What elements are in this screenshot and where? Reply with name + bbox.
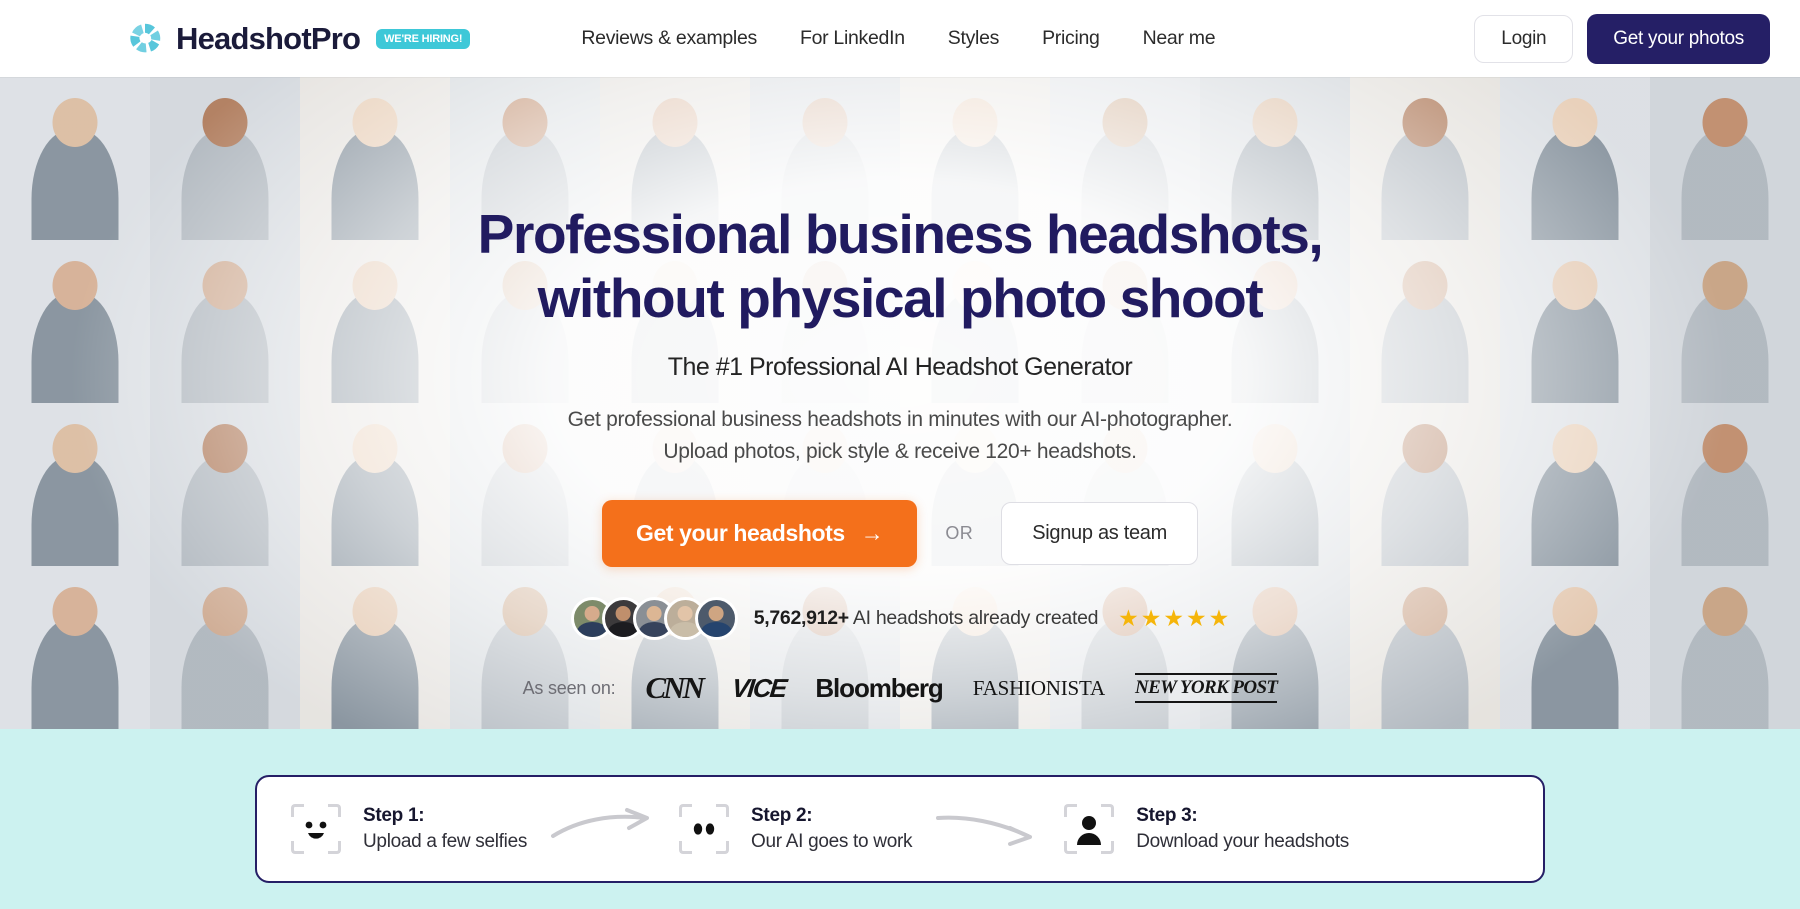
headshots-created-count: 5,762,912+ AI headshots already created <box>753 607 1099 630</box>
site-header: HeadshotPro WE'RE HIRING! Reviews & exam… <box>0 0 1800 77</box>
as-seen-on-label: As seen on: <box>522 677 616 698</box>
hero-content: Professional business headshots, without… <box>0 77 1800 729</box>
nav-styles[interactable]: Styles <box>948 27 1000 50</box>
arrow-step1-to-step2-icon <box>549 806 657 853</box>
as-seen-on-row: As seen on: CNN VICE Bloomberg FASHIONIS… <box>523 670 1278 706</box>
star-icon: ★ <box>1163 605 1185 632</box>
press-logo-bloomberg: Bloomberg <box>815 672 943 703</box>
nav-near-me[interactable]: Near me <box>1143 27 1216 50</box>
face-eyes-scan-icon <box>679 804 730 854</box>
get-your-headshots-button[interactable]: Get your headshots → <box>602 500 918 568</box>
step-1-text: Step 1: Upload a few selfies <box>363 805 527 853</box>
step-3-text: Step 3: Download your headshots <box>1136 805 1349 853</box>
rating-stars: ★ ★ ★ ★ ★ <box>1118 607 1229 630</box>
headshotpro-aperture-icon <box>126 20 164 58</box>
get-your-headshots-label: Get your headshots <box>636 520 845 547</box>
step-2-title: Step 2: <box>751 805 813 826</box>
step-1: Step 1: Upload a few selfies <box>291 804 527 854</box>
hero-cta-row: Get your headshots → OR Signup as team <box>602 500 1198 568</box>
step-3-title: Step 3: <box>1136 805 1198 826</box>
brand-name: HeadshotPro <box>176 20 361 56</box>
star-icon: ★ <box>1118 605 1139 632</box>
headshots-created-number: 5,762,912+ <box>753 607 849 630</box>
page-title: Professional business headshots, without… <box>477 203 1324 331</box>
step-1-subtitle: Upload a few selfies <box>363 831 528 852</box>
get-your-photos-button[interactable]: Get your photos <box>1587 13 1770 64</box>
nav-pricing[interactable]: Pricing <box>1042 27 1100 50</box>
nav-reviews-examples[interactable]: Reviews & examples <box>581 27 757 50</box>
page-root: HeadshotPro WE'RE HIRING! Reviews & exam… <box>0 0 1800 909</box>
step-3: Step 3: Download your headshots <box>1064 804 1349 854</box>
arrow-right-icon: → <box>860 520 884 547</box>
press-logo-new-york-post: NEW YORK POST <box>1134 673 1278 704</box>
press-logo-vice: VICE <box>730 672 788 703</box>
star-icon: ★ <box>1208 605 1230 632</box>
hero-subheading: The #1 Professional AI Headshot Generato… <box>667 352 1133 381</box>
header-actions: Login Get your photos <box>1474 13 1770 64</box>
face-smile-scan-icon <box>291 804 341 854</box>
star-icon: ★ <box>1186 605 1207 632</box>
avatar <box>694 597 738 641</box>
how-it-works-steps-card: Step 1: Upload a few selfies Step 2: Our… <box>255 775 1545 883</box>
step-3-subtitle: Download your headshots <box>1136 831 1350 852</box>
signup-as-team-button[interactable]: Signup as team <box>1001 502 1198 566</box>
hero-description: Get professional business headshots in m… <box>567 407 1233 463</box>
headshots-created-label: AI headshots already created <box>852 607 1099 630</box>
step-1-title: Step 1: <box>363 805 425 826</box>
step-2-subtitle: Our AI goes to work <box>751 831 913 852</box>
customer-avatar-stack <box>570 597 738 641</box>
hero-section: Professional business headshots, without… <box>0 77 1800 729</box>
press-logo-cnn: CNN <box>645 670 704 706</box>
star-icon: ★ <box>1140 605 1162 632</box>
nav-for-linkedin[interactable]: For LinkedIn <box>800 27 905 50</box>
headline-line-1: Professional business headshots, <box>477 203 1324 265</box>
step-2-text: Step 2: Our AI goes to work <box>751 805 912 853</box>
headline-line-2: without physical photo shoot <box>537 266 1264 329</box>
arrow-step2-to-step3-icon <box>934 806 1042 853</box>
login-button[interactable]: Login <box>1474 14 1574 63</box>
social-proof-row: 5,762,912+ AI headshots already created … <box>570 597 1229 641</box>
brand-logo[interactable]: HeadshotPro WE'RE HIRING! <box>126 20 471 58</box>
hiring-badge[interactable]: WE'RE HIRING! <box>376 28 471 49</box>
step-2: Step 2: Our AI goes to work <box>679 804 913 854</box>
person-portrait-scan-icon <box>1064 804 1115 854</box>
main-nav: Reviews & examples For LinkedIn Styles P… <box>581 27 1215 50</box>
or-divider-label: OR <box>945 523 974 544</box>
press-logo-fashionista: FASHIONISTA <box>972 675 1105 700</box>
